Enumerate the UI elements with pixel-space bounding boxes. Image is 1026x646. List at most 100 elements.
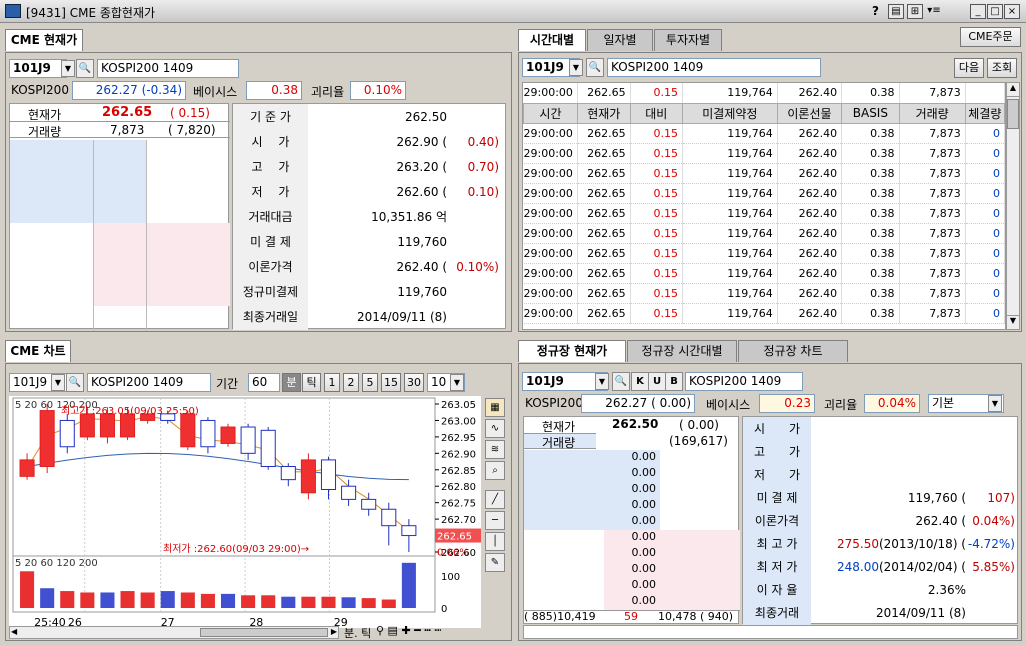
depth-cell: 0.00 [631,498,657,511]
interval-2[interactable]: 2 [343,373,359,392]
summary-cell: 262.65 [577,83,631,104]
table-cell: 7,873 [899,243,966,264]
reg-search-icon[interactable]: 🔍 [612,372,630,391]
tab-time[interactable]: 시간대별 [518,29,586,51]
table-row[interactable]: 29:00:00 262.65 0.15 119,764 262.40 0.38 7,873… [523,183,1005,204]
code-input[interactable]: 101J9 [9,59,67,78]
chart-code-dropdown[interactable]: ▼ [51,374,65,391]
tab-regular-current[interactable]: 정규장 현재가 [518,340,626,362]
close-button[interactable]: × [1004,4,1020,19]
table-cell: 0 [965,163,1005,184]
table-row[interactable]: 29:00:00 262.65 0.15 119,764 262.40 0.38 7,873… [523,163,1005,184]
chart-type-icon[interactable]: ▦ [485,398,505,417]
period-input[interactable]: 60 [248,373,280,392]
cme-stat-value: 262.60 ( [396,184,447,199]
k-button[interactable]: K [631,372,649,391]
column-header[interactable]: 체결량 [964,102,1005,124]
interval-30[interactable]: 30 [404,373,424,392]
depth-cell: 0.00 [631,450,657,463]
interval-15[interactable]: 15 [381,373,401,392]
table-cell: 0 [965,123,1005,144]
interval-dropdown[interactable]: ▼ [450,374,464,391]
table-row[interactable]: 29:00:00 262.65 0.15 119,764 262.40 0.38 7,873… [523,143,1005,164]
tab-daily[interactable]: 일자별 [587,29,653,51]
interval-5[interactable]: 5 [362,373,378,392]
tab-investor[interactable]: 투자자별 [654,29,722,51]
maximize-button[interactable]: □ [987,4,1003,19]
summary-cell: 29:00:00 [523,83,578,104]
candlestick-chart[interactable]: 263.05 263.00 262.95 262.90 262.85 262.80 262.… [9,396,481,628]
reg-name-text: KOSPI200 1409 [689,374,782,388]
table-cell: 0 [965,223,1005,244]
reg-stat-value [811,463,967,486]
zoom-icon[interactable]: ⌕ [485,461,505,480]
indicator-icon[interactable]: ∿ [485,419,505,438]
reg-stat-value: 2014/09/11 (8) [811,601,967,624]
column-header[interactable]: 시간 [523,102,578,124]
column-header[interactable]: 현재가 [576,102,631,124]
chart-bottom-tools[interactable]: 분. 틱 [344,625,371,641]
table-row[interactable]: 29:00:00 262.65 0.15 119,764 262.40 0.38 7,873… [523,303,1005,324]
query-button[interactable]: 조회 [987,58,1017,78]
tab-cme-chart[interactable]: CME 차트 [5,340,71,362]
tab-cme-current[interactable]: CME 현재가 [5,29,83,51]
table-row[interactable]: 29:00:00 262.65 0.15 119,764 262.40 0.38 7,873… [523,243,1005,264]
overlay-icon[interactable]: ≋ [485,440,505,459]
layout-icon[interactable]: ▤ [888,4,904,19]
reg-stat-change [967,578,1019,601]
cme-order-button[interactable]: CME주문 [960,27,1021,47]
candle [19,459,35,477]
candle [280,465,296,481]
time-scrollbar[interactable]: ▲ ▼ [1006,82,1020,330]
column-header[interactable]: BASIS [841,102,900,124]
unit-minute-button[interactable]: 분 [282,373,301,392]
vline-icon[interactable]: │ [485,532,505,551]
reg-code-dropdown[interactable]: ▼ [595,373,609,390]
help-button[interactable]: ? [872,4,879,18]
column-header[interactable]: 미결제약정 [682,102,778,124]
chart-bottom-icons[interactable]: ⚲ ▤ ✚ ━ ┅ ┉ [376,624,441,637]
b-button[interactable]: B [665,372,683,391]
volume-bar [381,599,396,608]
summary-row: 29:00:00 262.65 0.15 119,764 262.40 0.38 7,873 [523,83,1005,104]
table-cell: 0 [965,303,1005,324]
time-search-icon[interactable]: 🔍 [586,58,604,77]
tab-regular-chart[interactable]: 정규장 차트 [738,340,848,362]
mode-dropdown[interactable]: ▼ [988,395,1002,412]
table-row[interactable]: 29:00:00 262.65 0.15 119,764 262.40 0.38 7,873… [523,263,1005,284]
table-row[interactable]: 29:00:00 262.65 0.15 119,764 262.40 0.38 7,873… [523,123,1005,144]
name-text: KOSPI200 1409 [101,61,194,75]
trendline-icon[interactable]: ╱ [485,490,505,509]
chart-scrollbar[interactable]: ◀ ▶ [9,626,339,639]
unit-tick-button[interactable]: 틱 [302,373,321,392]
current-price-label: 262.65 [437,532,472,543]
table-row[interactable]: 29:00:00 262.65 0.15 119,764 262.40 0.38 7,873… [523,283,1005,304]
interval-1[interactable]: 1 [324,373,340,392]
link-icon[interactable]: ⊞ [907,4,923,19]
edit-icon[interactable]: ✎ [485,553,505,572]
cme-stat-value: 119,760 [397,284,447,299]
summary-cell: 7,873 [899,83,966,104]
table-cell: 0 [965,183,1005,204]
table-cell: 119,764 [682,303,778,324]
reg-stat-change: 107) [987,490,1015,505]
depth-cell: 0.00 [631,514,657,527]
search-icon[interactable]: 🔍 [76,59,94,78]
table-row[interactable]: 29:00:00 262.65 0.15 119,764 262.40 0.38 7,873… [523,223,1005,244]
hline-icon[interactable]: ─ [485,511,505,530]
column-header[interactable]: 거래량 [898,102,966,124]
next-button[interactable]: 다음 [954,58,984,78]
table-row[interactable]: 29:00:00 262.65 0.15 119,764 262.40 0.38 7,873… [523,203,1005,224]
time-code-dropdown[interactable]: ▼ [569,59,583,76]
u-button[interactable]: U [648,372,666,391]
table-cell: 0.38 [841,263,900,284]
tab-regular-time[interactable]: 정규장 시간대별 [627,340,737,362]
minimize-button[interactable]: _ [970,4,986,19]
menu-icon[interactable]: ▾≡ [926,4,942,19]
basis-label: 베이시스 [193,85,238,99]
reg-stat-change [967,601,1019,624]
column-header[interactable]: 대비 [629,102,684,124]
chart-search-icon[interactable]: 🔍 [66,373,84,392]
column-header[interactable]: 이론선물 [776,102,843,124]
code-dropdown[interactable]: ▼ [61,60,75,77]
